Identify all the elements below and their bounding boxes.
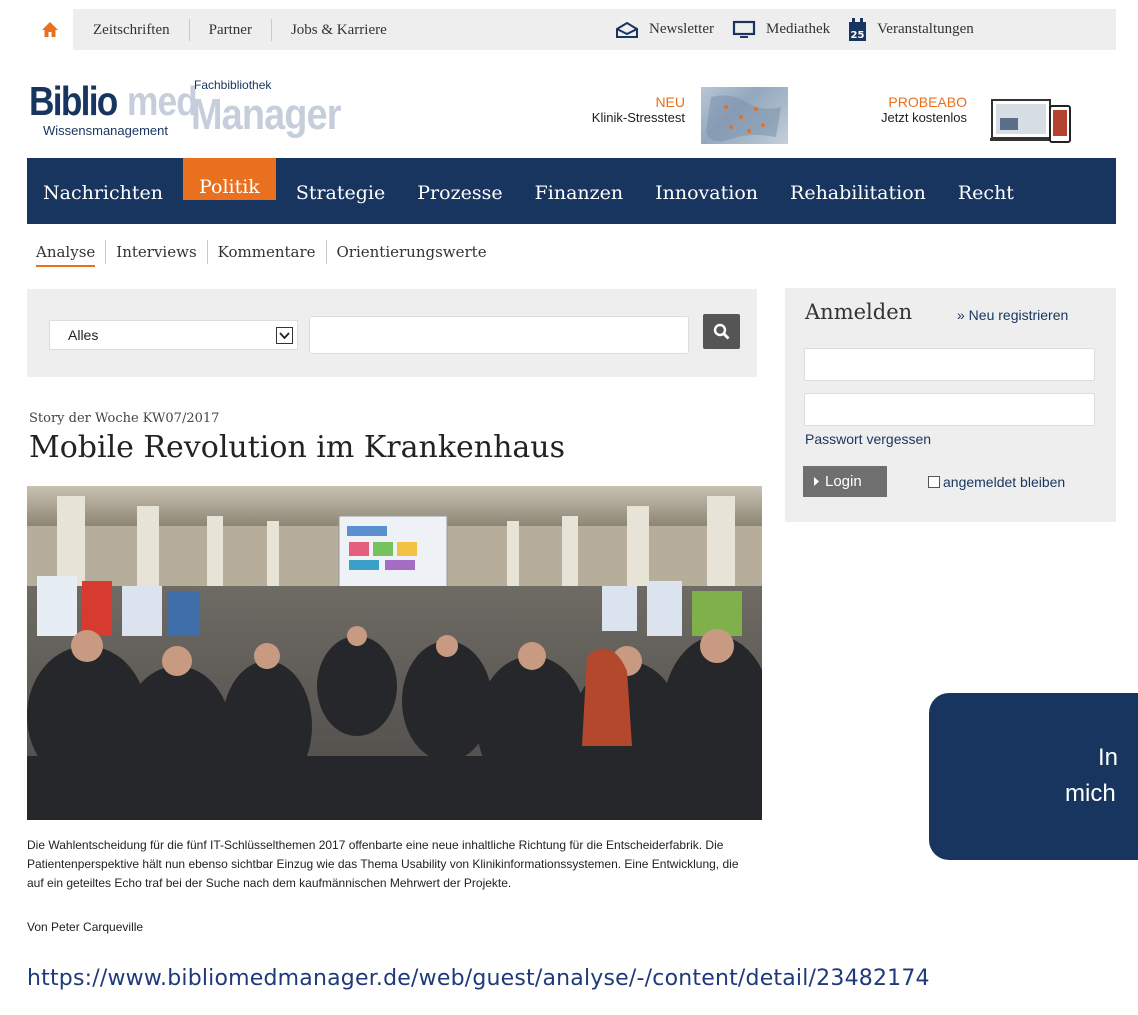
promo-highlight: NEU (655, 94, 685, 110)
promo-probeabo[interactable]: PROBEABO Jetzt kostenlos (855, 94, 967, 126)
nav-politik[interactable]: Politik (182, 158, 276, 200)
calendar-icon: 25 (849, 17, 867, 41)
search-input[interactable] (309, 316, 689, 354)
nav-finanzen[interactable]: Finanzen (519, 158, 640, 224)
article-kicker: Story der Woche KW07/2017 (29, 411, 220, 426)
topbar-link-partner[interactable]: Partner (190, 18, 272, 41)
promo-text: Klinik-Stresstest (591, 110, 685, 125)
login-panel: Anmelden » Neu registrieren Passwort ver… (785, 288, 1116, 522)
subnav-kommentare[interactable]: Kommentare (208, 240, 327, 264)
search-icon (713, 323, 730, 340)
nav-nachrichten[interactable]: Nachrichten (27, 158, 179, 224)
search-button[interactable] (703, 314, 740, 349)
calendar-day: 25 (851, 30, 865, 41)
password-field[interactable] (804, 393, 1095, 426)
promo-klinik-stresstest[interactable]: NEU Klinik-Stresstest (560, 94, 685, 126)
login-button[interactable]: Login (803, 466, 887, 497)
nav-rehabilitation[interactable]: Rehabilitation (774, 158, 942, 224)
remember-me-checkbox[interactable]: angemeldet bleiben (928, 474, 1065, 490)
subnav-analyse-label: Analyse (36, 243, 96, 267)
login-button-label: Login (825, 473, 862, 490)
subnav-orientierungswerte[interactable]: Orientierungswerte (327, 240, 497, 264)
checkbox-box[interactable] (928, 476, 940, 488)
sub-navigation: Analyse Interviews Kommentare Orientieru… (36, 240, 497, 267)
caret-right-icon (814, 477, 819, 486)
page-url[interactable]: https://www.bibliomedmanager.de/web/gues… (27, 966, 930, 991)
username-field[interactable] (804, 348, 1095, 381)
veranstaltungen-label: Veranstaltungen (877, 21, 974, 37)
devices-thumbnail[interactable] (990, 96, 1072, 146)
chevron-down-icon[interactable] (276, 327, 293, 344)
topbar-link-zeitschriften[interactable]: Zeitschriften (73, 18, 190, 41)
home-icon (42, 22, 58, 37)
nav-prozesse[interactable]: Prozesse (401, 158, 518, 224)
subnav-interviews[interactable]: Interviews (106, 240, 208, 264)
category-select-value: Alles (68, 327, 99, 343)
map-thumbnail[interactable] (701, 87, 788, 144)
subnav-analyse[interactable]: Analyse (36, 240, 107, 267)
envelope-icon (616, 21, 638, 38)
nav-strategie[interactable]: Strategie (280, 158, 401, 224)
logo-med: med (127, 78, 198, 124)
popup-text-line1: In (1098, 744, 1119, 771)
overlay-popup[interactable]: In mich (929, 693, 1138, 860)
popup-text-line2: mich (1065, 780, 1116, 807)
newsletter-link[interactable]: Newsletter (615, 21, 714, 38)
nav-recht[interactable]: Recht (942, 158, 1030, 224)
logo-biblio: Biblio (29, 78, 118, 124)
register-link[interactable]: » Neu registrieren (957, 307, 1068, 323)
forgot-password-link[interactable]: Passwort vergessen (805, 431, 931, 447)
login-title: Anmelden (805, 300, 913, 324)
remember-me-label: angemeldet bleiben (943, 474, 1066, 490)
article-author: Von Peter Carqueville (27, 920, 144, 934)
home-button[interactable] (27, 9, 73, 50)
article-photo (27, 486, 762, 820)
mediathek-link[interactable]: Mediathek (732, 20, 830, 40)
topbar-right-links: Newsletter Mediathek 25 Veranstaltungen (615, 9, 992, 50)
logo-manager: Manager (191, 90, 341, 139)
logo-wissensmanagement: Wissensmanagement (43, 123, 168, 138)
mediathek-label: Mediathek (765, 21, 831, 37)
article-teaser: Die Wahlentscheidung für die fünf IT-Sch… (27, 838, 739, 890)
article-headline[interactable]: Mobile Revolution im Krankenhaus (29, 430, 565, 465)
topbar-link-jobs[interactable]: Jobs & Karriere (272, 19, 406, 41)
promo-text: Jetzt kostenlos (881, 110, 967, 125)
veranstaltungen-link[interactable]: 25 Veranstaltungen (848, 17, 974, 42)
main-navigation: Nachrichten Politik Strategie Prozesse F… (27, 158, 1116, 224)
category-select[interactable]: Alles (49, 320, 298, 350)
nav-innovation[interactable]: Innovation (639, 158, 774, 224)
promo-highlight: PROBEABO (888, 94, 967, 110)
newsletter-label: Newsletter (649, 21, 714, 37)
monitor-icon (732, 20, 756, 38)
search-panel: Alles (27, 289, 757, 377)
top-bar: Zeitschriften Partner Jobs & Karriere Ne… (27, 9, 1116, 50)
site-logo[interactable]: Biblio med Fachbibliothek Manager Wissen… (29, 78, 349, 148)
